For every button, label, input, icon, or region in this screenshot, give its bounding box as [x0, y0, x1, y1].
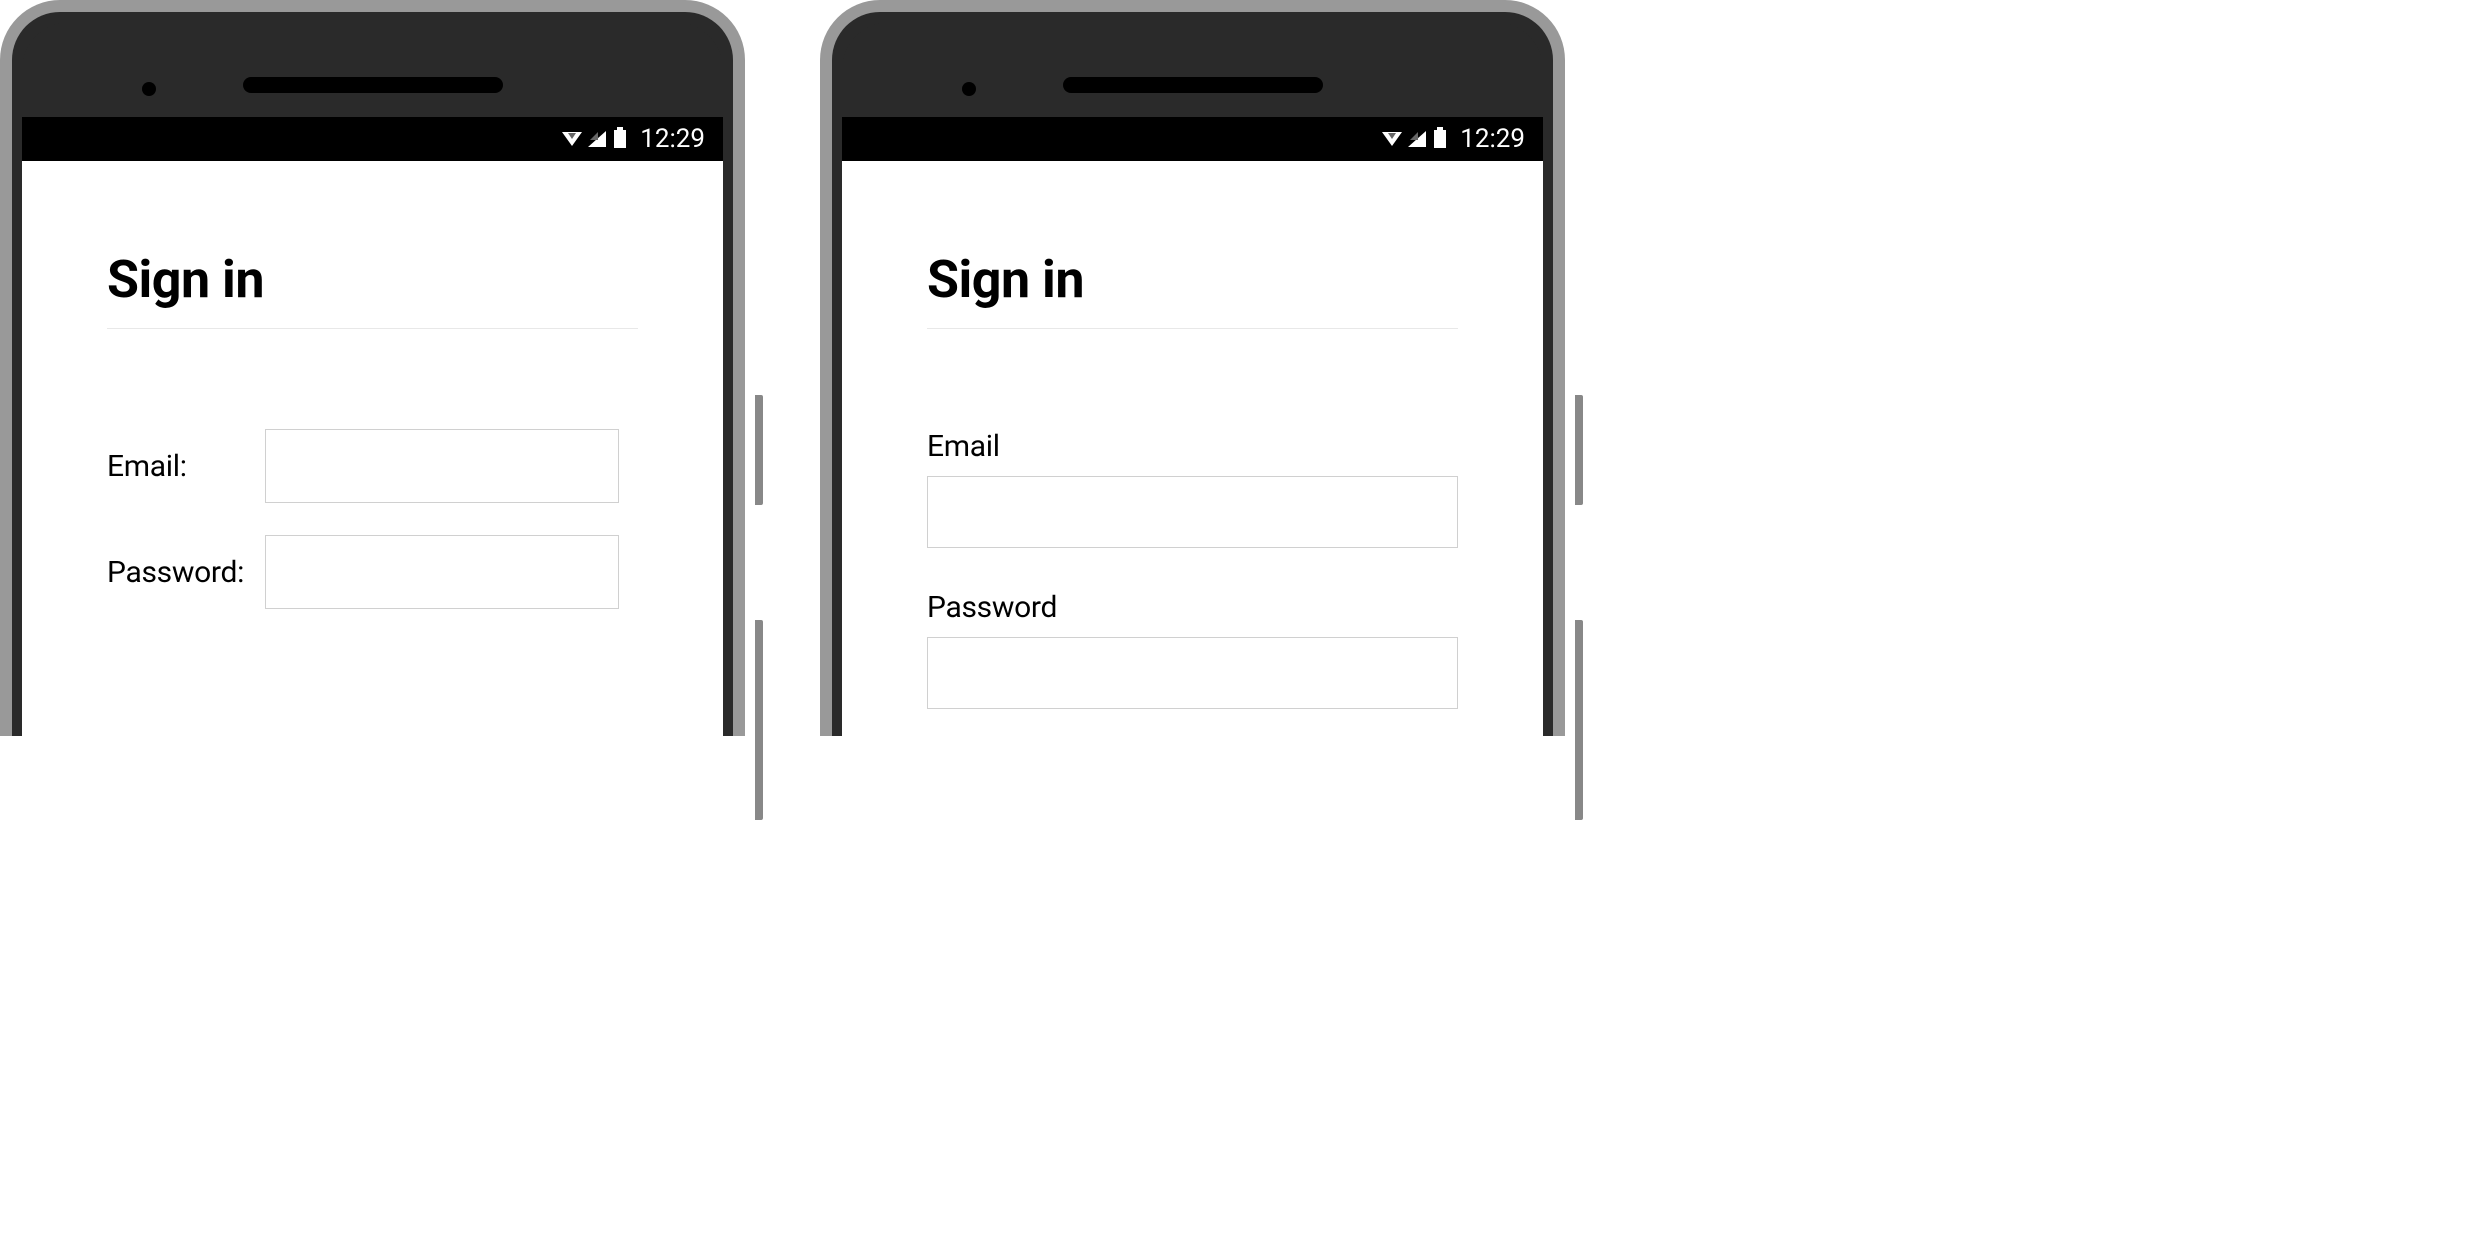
- phone-mockup-b: 12:29 Sign in Email Password: [820, 0, 1565, 736]
- battery-icon: [1434, 130, 1446, 148]
- status-bar: 12:29: [22, 117, 723, 161]
- title-divider: [927, 328, 1458, 329]
- email-field[interactable]: [265, 429, 619, 503]
- email-label: Email:: [107, 449, 265, 484]
- status-bar: 12:29: [842, 117, 1543, 161]
- password-field[interactable]: [927, 637, 1458, 709]
- camera-icon: [142, 82, 156, 96]
- camera-icon: [962, 82, 976, 96]
- status-time: 12:29: [640, 124, 705, 154]
- title-divider: [107, 328, 638, 329]
- page-title: Sign in: [107, 249, 638, 310]
- phone-body: 12:29 Sign in Email: Password:: [22, 22, 723, 736]
- phone-top-hardware: [842, 52, 1543, 117]
- phone-top-hardware: [22, 52, 723, 117]
- wifi-icon: [562, 132, 582, 146]
- phone-frame: 12:29 Sign in Email: Password:: [0, 0, 745, 736]
- volume-button: [755, 620, 763, 820]
- speaker-grille: [1063, 77, 1323, 93]
- phone-body: 12:29 Sign in Email Password: [842, 22, 1543, 736]
- signal-icon: [1408, 131, 1426, 147]
- status-icons: [1382, 130, 1446, 148]
- page-title: Sign in: [927, 249, 1458, 310]
- password-label: Password:: [107, 555, 265, 590]
- screen-content: Sign in Email: Password:: [22, 161, 723, 736]
- phone-frame: 12:29 Sign in Email Password: [820, 0, 1565, 736]
- signal-icon: [588, 131, 606, 147]
- email-row: Email:: [107, 429, 638, 503]
- power-button: [1575, 395, 1583, 505]
- wifi-icon: [1382, 132, 1402, 146]
- password-group: Password: [927, 590, 1458, 709]
- power-button: [755, 395, 763, 505]
- email-field[interactable]: [927, 476, 1458, 548]
- speaker-grille: [243, 77, 503, 93]
- password-field[interactable]: [265, 535, 619, 609]
- volume-button: [1575, 620, 1583, 820]
- status-time: 12:29: [1460, 124, 1525, 154]
- email-label: Email: [927, 429, 1458, 464]
- email-group: Email: [927, 429, 1458, 548]
- phone-mockup-a: 12:29 Sign in Email: Password:: [0, 0, 745, 736]
- password-label: Password: [927, 590, 1458, 625]
- status-icons: [562, 130, 626, 148]
- battery-icon: [614, 130, 626, 148]
- password-row: Password:: [107, 535, 638, 609]
- screen-content: Sign in Email Password: [842, 161, 1543, 736]
